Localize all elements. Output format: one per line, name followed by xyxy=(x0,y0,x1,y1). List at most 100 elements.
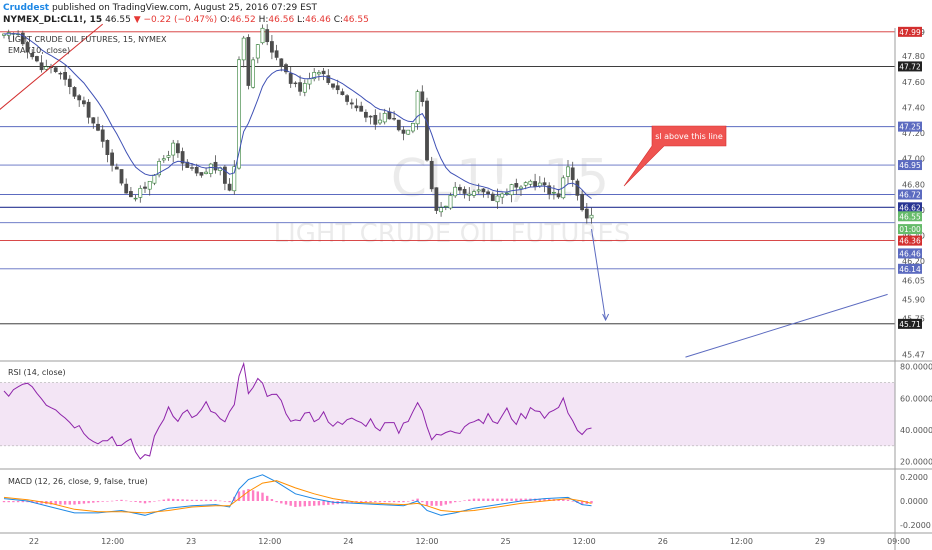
macd-hist-bar xyxy=(477,498,480,501)
macd-hist-bar xyxy=(73,501,76,505)
note-text: sl above this line xyxy=(655,132,723,141)
candle-body xyxy=(410,123,415,132)
macd-hist-bar xyxy=(219,500,222,502)
time-tick-label: 09:00 xyxy=(887,537,910,546)
macd-hist-bar xyxy=(571,501,574,502)
candle-body xyxy=(34,56,39,62)
macd-axis[interactable]: 0.2000 0.0000 -0.2000 xyxy=(900,473,931,530)
candle-body xyxy=(448,195,453,209)
candle-body xyxy=(44,66,49,70)
macd-hist-bar xyxy=(251,490,255,501)
candle-body xyxy=(161,158,166,161)
time-tick-label: 22 xyxy=(29,537,39,546)
candle-body xyxy=(533,181,538,187)
candle-body xyxy=(82,100,86,105)
macd-hist-bar xyxy=(468,499,471,501)
candle-body xyxy=(255,44,260,59)
macd-hist-bar xyxy=(308,501,311,507)
macd-hist-bar xyxy=(486,498,490,501)
candle-body xyxy=(251,59,256,88)
macd-hist-bar xyxy=(204,499,208,501)
candle-body xyxy=(575,180,580,196)
candle-body xyxy=(316,72,321,75)
candle-body xyxy=(269,41,274,53)
macd-hist-bar xyxy=(425,501,429,506)
macd-hist-bar xyxy=(369,501,372,503)
legend-title: LIGHT CRUDE OIL FUTURES, 15, NYMEX xyxy=(8,35,167,44)
candle-body xyxy=(373,115,378,125)
macd-hist-bar xyxy=(120,499,123,501)
candle-body xyxy=(425,100,429,161)
macd-hist-bar xyxy=(298,501,302,507)
candle-body xyxy=(345,95,350,102)
macd-hist-bar xyxy=(228,501,231,503)
candle-body xyxy=(481,188,486,193)
macd-hist-bar xyxy=(303,501,306,507)
chart-canvas[interactable]: CL1!, 15 LIGHT CRUDE OIL FUTURES LIGHT C… xyxy=(0,0,932,550)
macd-hist-bar xyxy=(12,501,15,503)
macd-hist-bar xyxy=(266,495,269,501)
candle-body xyxy=(133,197,138,200)
macd-hist-bar xyxy=(157,500,161,502)
time-tick-label: 12:00 xyxy=(258,537,281,546)
candle-body xyxy=(363,111,368,118)
candle-body xyxy=(199,172,204,176)
macd-hist-bar xyxy=(167,498,170,501)
macd-hist-bar xyxy=(148,501,151,503)
time-tick-label: 12:00 xyxy=(573,537,596,546)
macd-hist-bar xyxy=(143,501,147,504)
candle-body xyxy=(63,71,68,80)
candle-body xyxy=(378,119,382,124)
macd-hist-bar xyxy=(181,499,184,501)
candle-body xyxy=(434,187,439,211)
candle-body xyxy=(443,205,448,208)
macd-hist-bar xyxy=(566,499,570,501)
price-badge-label: 47.99 xyxy=(899,28,921,37)
candle-body xyxy=(537,182,542,187)
candle-body xyxy=(509,184,514,196)
candle-body xyxy=(486,191,491,194)
candle-body xyxy=(129,191,133,198)
candle-body xyxy=(589,214,594,219)
price-pane[interactable]: CL1!, 15 LIGHT CRUDE OIL FUTURES LIGHT C… xyxy=(0,23,932,361)
macd-hist-bar xyxy=(7,501,10,503)
macd-hist-bar xyxy=(223,501,227,502)
macd-hist-bar xyxy=(407,501,410,502)
macd-pane[interactable]: MACD (12, 26, close, 9, false, true) 0.2… xyxy=(2,473,931,530)
rsi-tick-label: 40.0000 xyxy=(900,426,932,435)
price-badge-label: 46.72 xyxy=(899,191,921,200)
macd-hist-bar xyxy=(92,501,95,503)
candle-body xyxy=(462,188,467,194)
time-tick-label: 29 xyxy=(815,537,825,546)
candle-body xyxy=(415,91,420,125)
price-badge-label: 47.25 xyxy=(899,123,921,132)
candle-body xyxy=(105,140,110,155)
rsi-axis[interactable]: 80.0000 60.0000 40.0000 20.0000 xyxy=(900,363,932,467)
price-badge-label: 45.71 xyxy=(899,320,921,329)
candle-body xyxy=(387,111,392,120)
candle-body xyxy=(265,29,270,43)
macd-hist-bar xyxy=(256,491,259,501)
price-tick-label: 45.90 xyxy=(902,296,925,305)
candle-body xyxy=(246,37,251,86)
rsi-pane[interactable]: RSI (14, close) 80.0000 60.0000 40.0000 20.… xyxy=(0,361,932,467)
macd-hist-bar xyxy=(59,501,62,505)
candle-body xyxy=(58,72,63,75)
candle-body xyxy=(147,180,152,190)
candle-body xyxy=(457,187,462,191)
time-axis[interactable]: 22 12:00 23 12:00 24 12:00 25 12:00 26 12:00 29 09:… xyxy=(29,537,910,546)
candle-body xyxy=(406,129,411,135)
macd-hist-bar xyxy=(388,501,391,503)
candle-body xyxy=(166,155,171,158)
price-tick-label: 45.47 xyxy=(902,351,925,360)
macd-hist-bar xyxy=(129,501,133,502)
candle-body xyxy=(86,101,91,118)
macd-hist-bar xyxy=(110,500,114,502)
price-tick-label: 47.60 xyxy=(902,78,925,87)
candle-body xyxy=(298,82,303,92)
candle-body xyxy=(566,166,570,177)
candle-body xyxy=(138,188,143,198)
candle-body xyxy=(96,123,100,131)
price-badge-label: 46.36 xyxy=(899,237,921,246)
macd-hist-bar xyxy=(435,501,438,506)
